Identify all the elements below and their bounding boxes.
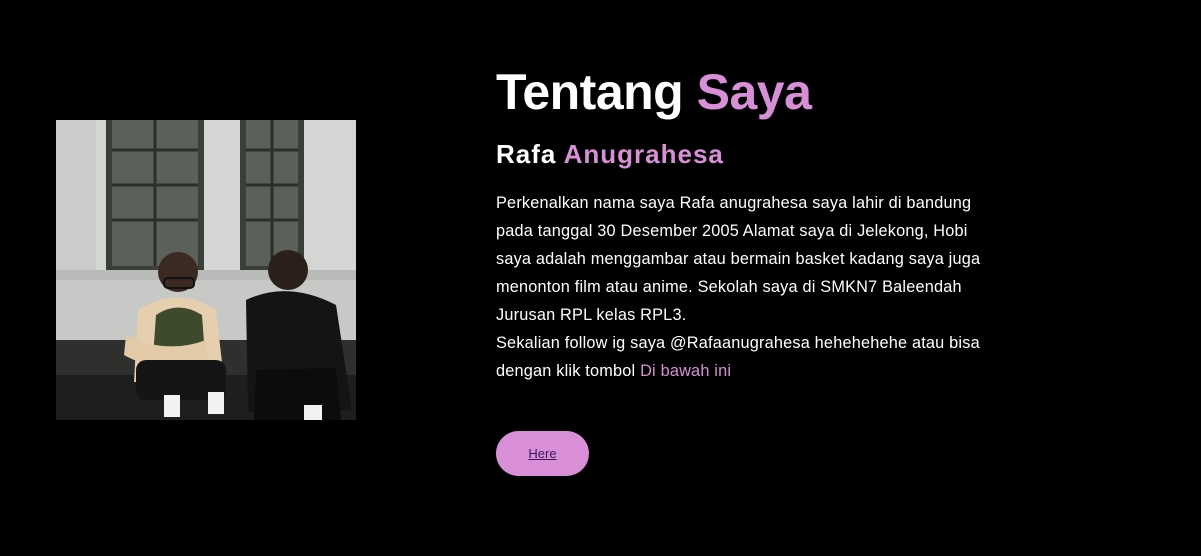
here-button[interactable]: Here	[496, 431, 589, 476]
name-first: Rafa	[496, 139, 557, 169]
page-title: Tentang Saya	[496, 62, 1056, 122]
profile-photo	[56, 120, 356, 420]
about-section: Tentang Saya Rafa Anugrahesa Perkenalkan…	[0, 0, 1201, 556]
about-content: Tentang Saya Rafa Anugrahesa Perkenalkan…	[496, 62, 1056, 385]
bio-line: pada tanggal 30 Desember 2005 Alamat say…	[496, 222, 968, 240]
person-name: Rafa Anugrahesa	[496, 137, 1056, 171]
bio-link-text: Di bawah ini	[640, 362, 732, 380]
bio-line: menonton film atau anime. Sekolah saya d…	[496, 278, 962, 296]
title-accent: Saya	[696, 64, 812, 120]
here-button-label[interactable]: Here	[528, 446, 556, 461]
title-main: Tentang	[496, 64, 684, 120]
name-last: Anugrahesa	[563, 139, 724, 169]
bio-line-last: dengan klik tombol Di bawah ini	[496, 357, 1056, 385]
bio-line: saya adalah menggambar atau bermain bask…	[496, 250, 981, 268]
bio-paragraph: Perkenalkan nama saya Rafa anugrahesa sa…	[496, 189, 1056, 385]
bio-line: Perkenalkan nama saya Rafa anugrahesa sa…	[496, 194, 972, 212]
bio-last-prefix: dengan klik tombol	[496, 362, 636, 380]
bio-line: Jurusan RPL kelas RPL3.	[496, 306, 687, 324]
bio-line: Sekalian follow ig saya @Rafaanugrahesa …	[496, 334, 980, 352]
